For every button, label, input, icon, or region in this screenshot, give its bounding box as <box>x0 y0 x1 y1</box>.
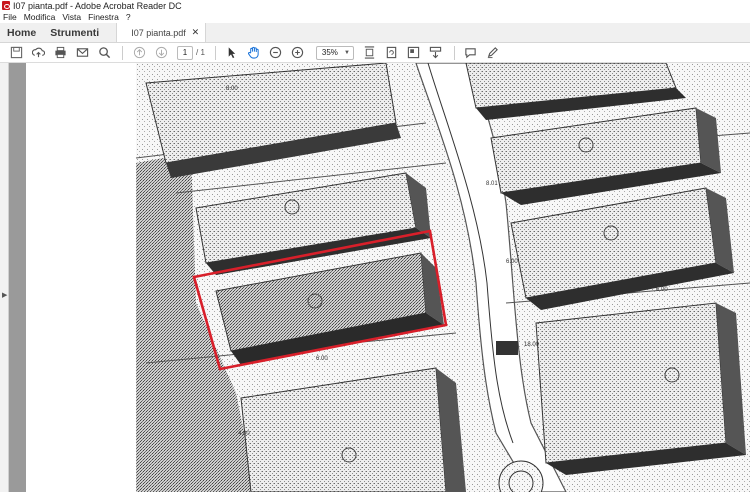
dimension-label: 18.00 <box>524 342 540 348</box>
search-button[interactable] <box>94 44 114 62</box>
save-button[interactable] <box>6 44 26 62</box>
toolbar: 1 / 1 35% ▼ <box>0 43 750 63</box>
comment-icon <box>465 48 477 59</box>
comment-button[interactable] <box>461 44 481 62</box>
menu-help[interactable]: ? <box>126 12 131 22</box>
menu-modifica[interactable]: Modifica <box>24 12 56 22</box>
zoom-level-select[interactable]: 35% ▼ <box>315 45 354 60</box>
cloud-upload-icon <box>31 47 45 58</box>
rotate-page-button[interactable] <box>382 44 402 62</box>
arrow-down-circle-icon <box>155 46 167 59</box>
zoom-level-value: 35% <box>321 48 338 57</box>
tab-document-label: I07 pianta.pdf <box>131 27 186 38</box>
dimension-label: 6.00 <box>656 287 668 293</box>
title-bar: I07 pianta.pdf - Adobe Acrobat Reader DC <box>0 0 750 11</box>
dimension-label: 8.01 <box>486 181 498 187</box>
hand-tool-button[interactable] <box>244 44 264 62</box>
floor-plan-drawing: 8.00 8.01 6.00 18.00 6.00 6.00 4.00 <box>26 63 750 492</box>
menu-finestra[interactable]: Finestra <box>88 12 119 22</box>
navigation-pane[interactable]: ▶ <box>0 63 9 492</box>
acrobat-icon <box>2 1 10 10</box>
page-number-input[interactable]: 1 <box>177 45 193 60</box>
tab-home[interactable]: Home <box>0 23 43 42</box>
zoom-in-button[interactable] <box>288 44 308 62</box>
scroll-mode-icon <box>430 46 442 59</box>
tab-bar: Home Strumenti I07 pianta.pdf ✕ <box>0 23 750 43</box>
document-area: ▶ 8.00 8.01 6.00 18.00 6.00 6.00 4.00 <box>0 63 750 492</box>
print-button[interactable] <box>50 44 70 62</box>
dimension-label: 6.00 <box>316 356 328 362</box>
building-block <box>535 302 746 475</box>
page-rotate-icon <box>387 46 397 59</box>
expand-pane-icon[interactable]: ▶ <box>2 291 7 299</box>
email-button[interactable] <box>72 44 92 62</box>
toolbar-divider <box>122 45 123 60</box>
dimension-label: 4.00 <box>238 431 250 437</box>
zoom-out-button[interactable] <box>266 44 286 62</box>
close-tab-icon[interactable]: ✕ <box>192 27 200 38</box>
menu-bar: File Modifica Vista Finestra ? <box>0 11 750 23</box>
page-total: / 1 <box>196 48 205 57</box>
tab-document[interactable]: I07 pianta.pdf ✕ <box>116 23 207 42</box>
zoom-in-icon <box>292 46 304 59</box>
full-screen-button[interactable] <box>404 44 424 62</box>
search-icon <box>98 47 110 59</box>
full-screen-icon <box>408 46 420 59</box>
window-title: I07 pianta.pdf - Adobe Acrobat Reader DC <box>13 0 182 11</box>
zoom-out-icon <box>270 46 282 59</box>
menu-vista[interactable]: Vista <box>62 12 81 22</box>
select-tool-button[interactable] <box>222 44 242 62</box>
save-icon <box>10 46 22 59</box>
scroll-mode-button[interactable] <box>426 44 446 62</box>
fit-width-icon <box>365 46 375 59</box>
printer-icon <box>54 46 66 59</box>
hand-icon <box>248 46 260 59</box>
page-margin <box>9 63 26 492</box>
chevron-down-icon: ▼ <box>343 49 350 56</box>
toolbar-divider <box>453 45 455 60</box>
envelope-icon <box>76 48 88 57</box>
fit-width-button[interactable] <box>360 44 380 62</box>
next-page-button[interactable] <box>151 44 171 62</box>
menu-file[interactable]: File <box>3 12 17 22</box>
tab-tools[interactable]: Strumenti <box>43 23 106 42</box>
pdf-page[interactable]: 8.00 8.01 6.00 18.00 6.00 6.00 4.00 <box>26 63 750 492</box>
pen-icon <box>488 47 499 59</box>
dimension-label: 8.00 <box>226 86 238 92</box>
dimension-label: 6.00 <box>506 259 518 265</box>
toolbar-divider <box>214 45 216 60</box>
cursor-arrow-icon <box>229 47 236 59</box>
draw-button[interactable] <box>483 44 503 62</box>
upload-button[interactable] <box>28 44 48 62</box>
arrow-up-circle-icon <box>133 46 145 59</box>
previous-page-button[interactable] <box>129 44 149 62</box>
